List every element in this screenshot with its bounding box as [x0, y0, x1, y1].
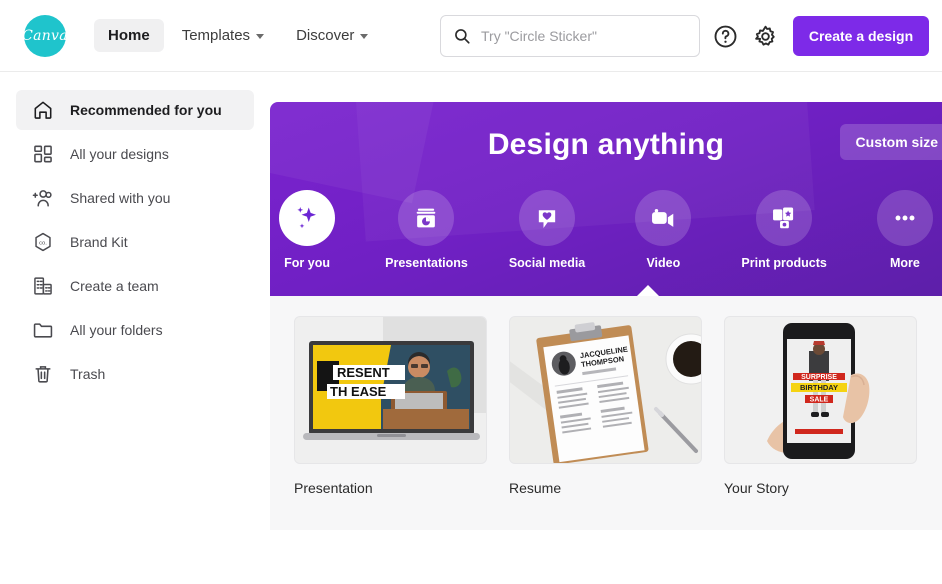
sidebar-item-recommended-for-you[interactable]: Recommended for you: [16, 90, 254, 130]
search-icon: [453, 27, 471, 45]
template-card-list: RESENT TH EASE Presentation: [270, 296, 942, 496]
sidebar: Recommended for you All your designs Sha…: [0, 86, 270, 398]
category-icon-circle: [756, 190, 812, 246]
category-label: Print products: [741, 256, 826, 270]
category-icon-circle: [877, 190, 933, 246]
laptop-presentation-photo: RESENT TH EASE: [295, 317, 487, 464]
nav-item-home[interactable]: Home: [94, 19, 164, 52]
sidebar-item-create-a-team[interactable]: Create a team: [16, 266, 254, 306]
canva-home-page: Canva Home Templates Discover: [0, 0, 942, 584]
template-card-label: Presentation: [294, 480, 487, 496]
nav-item-templates-label: Templates: [182, 27, 250, 44]
grid-icon: [32, 143, 54, 165]
template-card-presentation[interactable]: RESENT TH EASE Presentation: [294, 316, 487, 496]
folder-icon: [32, 319, 54, 341]
sidebar-item-brand-kit[interactable]: co. Brand Kit: [16, 222, 254, 262]
sidebar-item-all-your-designs[interactable]: All your designs: [16, 134, 254, 174]
video-camera-icon: [649, 204, 677, 232]
sidebar-item-label: Recommended for you: [70, 102, 222, 118]
building-icon: [32, 275, 54, 297]
category-social-media[interactable]: Social media: [509, 190, 585, 270]
template-thumbnail[interactable]: JACQUELINE THOMPSON: [509, 316, 702, 464]
brand-kit-icon: co.: [32, 231, 54, 253]
category-icon-circle: [519, 190, 575, 246]
design-anything-banner: Design anything Custom size For you: [270, 102, 942, 296]
nav-item-templates[interactable]: Templates: [168, 19, 278, 52]
chevron-down-icon: [360, 34, 368, 39]
svg-text:RESENT: RESENT: [337, 365, 390, 380]
chevron-down-icon: [256, 34, 264, 39]
category-icon-circle: [398, 190, 454, 246]
recommended-templates-panel: RESENT TH EASE Presentation: [270, 296, 942, 530]
sidebar-item-label: Create a team: [70, 278, 159, 294]
sidebar-item-trash[interactable]: Trash: [16, 354, 254, 394]
clipboard-resume-photo: JACQUELINE THOMPSON: [510, 317, 702, 464]
template-card-resume[interactable]: JACQUELINE THOMPSON: [509, 316, 702, 496]
nav-item-home-label: Home: [108, 27, 150, 44]
custom-size-button[interactable]: Custom size: [840, 124, 942, 160]
category-label: Social media: [509, 256, 585, 270]
category-label: For you: [284, 256, 330, 270]
home-icon: [32, 99, 54, 121]
presentation-icon: [412, 204, 440, 232]
sidebar-item-label: All your folders: [70, 322, 163, 338]
template-card-label: Resume: [509, 480, 702, 496]
sidebar-item-label: Brand Kit: [70, 234, 128, 250]
template-card-your-story[interactable]: SURPRISE BIRTHDAY SALE Your Story: [724, 316, 917, 496]
heart-bubble-icon: [533, 204, 561, 232]
category-label: Presentations: [385, 256, 468, 270]
svg-text:SURPRISE: SURPRISE: [801, 374, 837, 381]
category-presentations[interactable]: Presentations: [385, 190, 468, 270]
phone-story-photo: SURPRISE BIRTHDAY SALE: [725, 317, 917, 464]
print-cards-icon: [770, 204, 798, 232]
main-nav: Home Templates Discover: [94, 19, 382, 52]
category-icon-circle: [635, 190, 691, 246]
svg-text:SALE: SALE: [810, 397, 829, 404]
category-more[interactable]: More: [868, 190, 942, 270]
sidebar-item-label: Shared with you: [70, 190, 170, 206]
category-for-you[interactable]: For you: [270, 190, 344, 270]
canva-logo-text: Canva: [22, 28, 68, 44]
template-card-label: Your Story: [724, 480, 917, 496]
category-print-products[interactable]: Print products: [741, 190, 826, 270]
category-label: Video: [646, 256, 680, 270]
sparkle-icon: [292, 203, 322, 233]
nav-item-discover[interactable]: Discover: [282, 19, 382, 52]
top-header: Canva Home Templates Discover: [0, 0, 942, 72]
svg-text:BIRTHDAY: BIRTHDAY: [800, 383, 838, 392]
help-circle-icon[interactable]: [713, 24, 738, 49]
design-category-list: For you Presentations: [270, 190, 942, 270]
template-thumbnail[interactable]: SURPRISE BIRTHDAY SALE: [724, 316, 917, 464]
sidebar-item-label: All your designs: [70, 146, 169, 162]
sidebar-item-shared-with-you[interactable]: Shared with you: [16, 178, 254, 218]
category-label: More: [890, 256, 920, 270]
ellipsis-icon: [891, 204, 919, 232]
nav-item-discover-label: Discover: [296, 27, 354, 44]
template-thumbnail[interactable]: RESENT TH EASE: [294, 316, 487, 464]
category-video[interactable]: Video: [626, 190, 700, 270]
sidebar-item-label: Trash: [70, 366, 105, 382]
add-person-icon: [32, 187, 54, 209]
canva-logo[interactable]: Canva: [24, 15, 66, 57]
trash-icon: [32, 363, 54, 385]
sidebar-item-all-your-folders[interactable]: All your folders: [16, 310, 254, 350]
svg-text:TH EASE: TH EASE: [330, 384, 387, 399]
create-a-design-button[interactable]: Create a design: [793, 16, 929, 56]
search-input[interactable]: [481, 28, 681, 44]
svg-text:co.: co.: [39, 240, 47, 246]
gear-icon[interactable]: [753, 24, 778, 49]
active-category-pointer: [636, 285, 660, 296]
search-bar[interactable]: [440, 15, 700, 57]
category-icon-circle: [279, 190, 335, 246]
